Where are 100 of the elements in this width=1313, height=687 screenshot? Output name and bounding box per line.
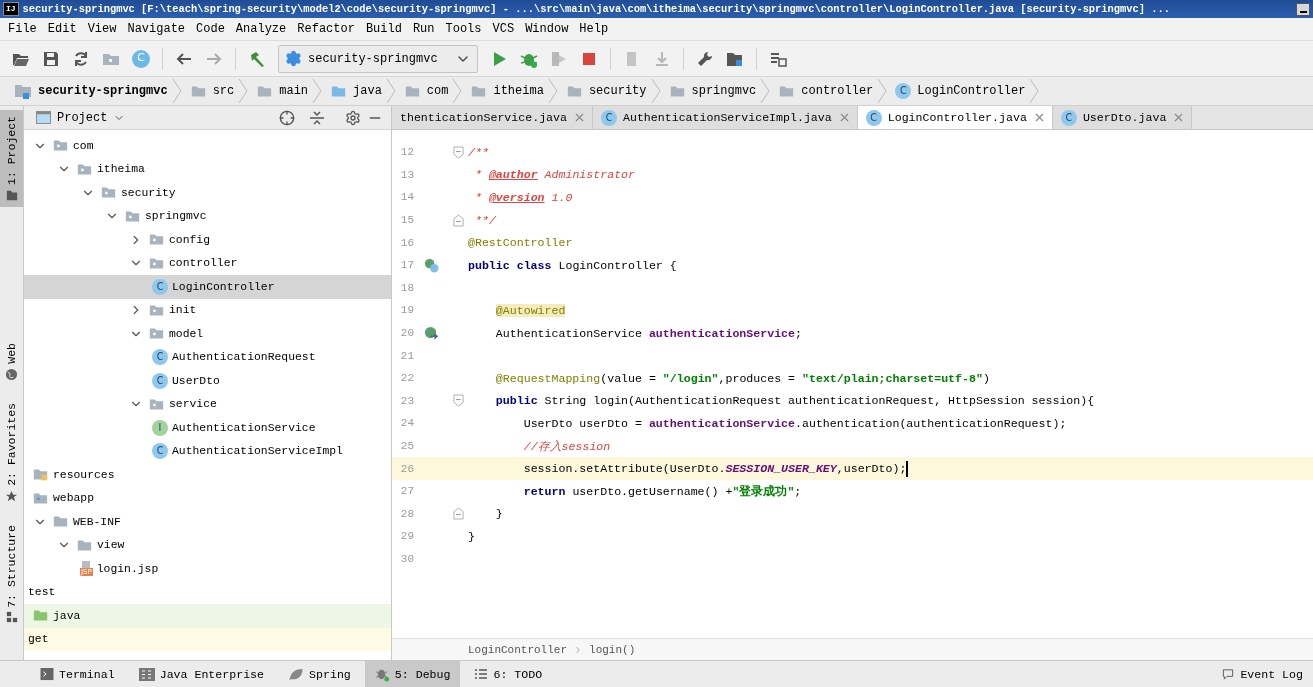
menu-item[interactable]: Edit bbox=[43, 22, 84, 36]
breadcrumb-separator-icon bbox=[452, 78, 463, 104]
package-icon bbox=[100, 185, 117, 201]
breadcrumb-item[interactable]: C LoginController bbox=[891, 83, 1030, 99]
menu-item[interactable]: Window bbox=[521, 22, 576, 36]
tree-item[interactable]: get bbox=[24, 627, 391, 651]
tree-item[interactable]: C AuthenticationServiceImpl bbox=[24, 439, 391, 463]
breadcrumb-separator-icon bbox=[650, 78, 661, 104]
editor-tab[interactable]: C UserDto.java bbox=[1052, 106, 1193, 129]
menu-item[interactable]: File bbox=[4, 22, 44, 36]
tool-window-button[interactable]: Event Log bbox=[1211, 661, 1313, 687]
tree-item[interactable]: springmvc bbox=[24, 204, 391, 228]
tool-window-button[interactable]: 7: Structure bbox=[0, 518, 23, 630]
tree-item[interactable]: C UserDto bbox=[24, 369, 391, 393]
menu-item[interactable]: Refactor bbox=[293, 22, 362, 36]
tool-window-button[interactable]: Web bbox=[0, 337, 23, 387]
breadcrumb-separator-icon bbox=[171, 78, 182, 104]
collapse-all-icon[interactable] bbox=[309, 109, 325, 126]
tool-window-button[interactable]: 5: Debug bbox=[364, 661, 461, 687]
editor-tab[interactable]: C AuthenticationServiceImpl.java bbox=[593, 106, 858, 129]
sync-icon[interactable] bbox=[72, 49, 90, 68]
editor-tab[interactable]: C LoginController.java bbox=[857, 106, 1053, 129]
code-line: @RestController bbox=[468, 236, 573, 250]
tree-item[interactable]: WEB-INF bbox=[24, 510, 391, 534]
tree-item[interactable]: view bbox=[24, 533, 391, 557]
tree-item[interactable]: I AuthenticationService bbox=[24, 416, 391, 440]
tool-window-button[interactable]: 1: Project bbox=[0, 110, 23, 207]
code-line: session.setAttribute(UserDto.SESSION_USER_KEY,userDto); bbox=[522, 462, 907, 476]
code-line: * @author Administrator bbox=[473, 168, 635, 182]
breadcrumb-item[interactable]: security bbox=[561, 83, 651, 99]
class-icon: C bbox=[1060, 109, 1077, 126]
minimize-button[interactable] bbox=[1296, 2, 1310, 16]
breadcrumb-item[interactable]: itheima bbox=[466, 83, 548, 99]
tool-window-button[interactable]: Java Enterprise bbox=[128, 661, 275, 687]
menu-item[interactable]: Code bbox=[192, 22, 232, 36]
close-icon[interactable] bbox=[573, 111, 586, 124]
module-icon bbox=[14, 82, 32, 100]
tree-item[interactable]: model bbox=[24, 322, 391, 346]
tree-item[interactable]: webapp bbox=[24, 486, 391, 510]
tool-window-button[interactable]: Spring bbox=[278, 661, 361, 687]
menu-item[interactable]: Run bbox=[408, 22, 442, 36]
menu-item[interactable]: Tools bbox=[441, 22, 489, 36]
breadcrumb-item[interactable]: main bbox=[252, 83, 313, 99]
menu-item[interactable]: Analyze bbox=[231, 22, 294, 36]
breadcrumb-item[interactable]: controller bbox=[774, 83, 878, 99]
tree-item[interactable]: com bbox=[24, 134, 391, 158]
locate-icon[interactable] bbox=[279, 109, 295, 126]
tool-window-button[interactable]: 6: TODO bbox=[464, 661, 553, 687]
tree-item[interactable]: security bbox=[24, 181, 391, 205]
code-line: public String login(AuthenticationRequest authenticationRequest, HttpSession session){ bbox=[494, 394, 1095, 408]
tree-item[interactable]: init bbox=[24, 298, 391, 322]
line-number: 17 bbox=[399, 259, 414, 272]
menu-item[interactable]: View bbox=[83, 22, 124, 36]
run-configuration-dropdown[interactable]: security-springmvc bbox=[278, 44, 478, 73]
speech-bubble-icon bbox=[1221, 667, 1236, 681]
breadcrumb-item[interactable]: security-springmvc bbox=[10, 82, 172, 100]
class-icon: C bbox=[865, 109, 882, 126]
tree-item[interactable]: java bbox=[24, 604, 391, 628]
tree-item[interactable]: config bbox=[24, 228, 391, 252]
breadcrumb-item[interactable]: springmvc bbox=[664, 83, 761, 99]
tool-window-button[interactable]: Terminal bbox=[30, 661, 125, 687]
save-icon[interactable] bbox=[42, 49, 60, 68]
code-line: UserDto userDto = authenticationService.authentication(authenticationRequest); bbox=[522, 416, 1067, 430]
breadcrumb-item[interactable]: java bbox=[326, 83, 386, 99]
breadcrumb-item[interactable]: src bbox=[185, 83, 239, 99]
tree-item[interactable]: C LoginController bbox=[24, 275, 391, 299]
breadcrumb-item[interactable]: com bbox=[399, 83, 453, 99]
tool-window-button[interactable]: 2: Favorites bbox=[0, 396, 23, 509]
tree-item[interactable]: C AuthenticationRequest bbox=[24, 345, 391, 369]
menu-item[interactable]: Help bbox=[575, 22, 616, 36]
breadcrumb-separator-icon bbox=[877, 78, 888, 104]
line-number: 13 bbox=[399, 168, 414, 181]
tree-item[interactable]: test bbox=[24, 580, 391, 604]
class-icon: C bbox=[152, 278, 168, 295]
package-icon bbox=[52, 138, 69, 154]
breadcrumb-item[interactable]: login() bbox=[589, 643, 636, 656]
tree-item[interactable]: service bbox=[24, 392, 391, 416]
tree-item[interactable]: resources bbox=[24, 463, 391, 487]
tree-item[interactable]: controller bbox=[24, 251, 391, 275]
code-line: return userDto.getUsername() +"登录成功"; bbox=[522, 483, 802, 499]
terminal-icon bbox=[40, 667, 54, 681]
interface-icon: I bbox=[152, 419, 168, 436]
editor-tab[interactable]: thenticationService.java bbox=[392, 106, 593, 129]
hammer-icon[interactable] bbox=[248, 49, 266, 68]
project-view-dropdown[interactable]: Project bbox=[36, 110, 126, 125]
breadcrumb-item[interactable]: LoginController bbox=[468, 643, 568, 656]
line-number: 19 bbox=[399, 304, 414, 317]
code-line: } bbox=[468, 529, 475, 543]
menu-item[interactable]: Build bbox=[361, 22, 409, 36]
class-icon: C bbox=[895, 83, 912, 99]
breadcrumb-separator-icon bbox=[385, 78, 396, 104]
breadcrumb-separator-icon bbox=[760, 78, 771, 104]
menu-item[interactable]: VCS bbox=[488, 22, 522, 36]
tree-item[interactable]: itheima bbox=[24, 157, 391, 181]
line-number: 12 bbox=[399, 146, 414, 159]
settings-icon[interactable] bbox=[345, 109, 361, 126]
line-number: 15 bbox=[399, 214, 414, 227]
line-number: 18 bbox=[399, 281, 414, 294]
menu-item[interactable]: Navigate bbox=[123, 22, 193, 36]
wrench-icon[interactable] bbox=[696, 49, 714, 68]
